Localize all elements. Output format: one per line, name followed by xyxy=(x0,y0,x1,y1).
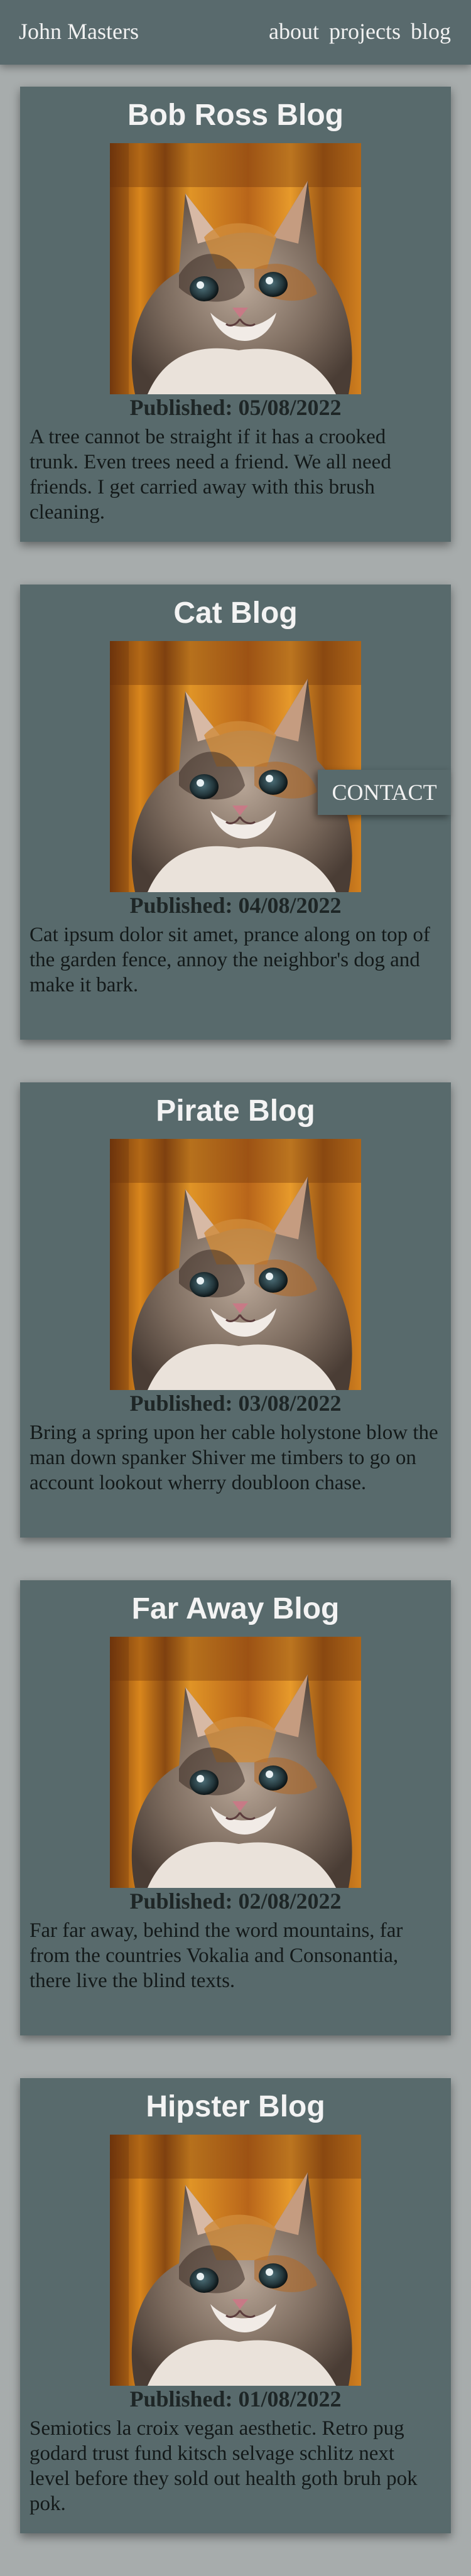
blog-card[interactable]: Pirate Blog Published: 03/08/2022 Bring … xyxy=(20,1082,451,1538)
kitten-photo xyxy=(110,2135,361,2386)
blog-card[interactable]: Hipster Blog Published: 01/08/2022 Semio… xyxy=(20,2078,451,2533)
kitten-photo xyxy=(110,1139,361,1390)
blog-excerpt: A tree cannot be straight if it has a cr… xyxy=(30,426,391,524)
blog-excerpt: Far far away, behind the word mountains,… xyxy=(30,1919,403,1992)
kitten-photo xyxy=(110,1637,361,1888)
nav-links: about projects blog xyxy=(269,16,451,46)
nav-link-blog[interactable]: blog xyxy=(411,16,451,46)
published-label: Published: xyxy=(129,1391,233,1416)
blog-card-title[interactable]: Far Away Blog xyxy=(20,1589,451,1629)
blog-card-title[interactable]: Hipster Blog xyxy=(20,2087,451,2127)
kitten-photo xyxy=(110,143,361,394)
published-date: Published: 01/08/2022 xyxy=(20,2385,451,2413)
published-date-value: 03/08/2022 xyxy=(238,1391,342,1416)
blog-excerpt: Bring a spring upon her cable holystone … xyxy=(30,1421,438,1494)
published-label: Published: xyxy=(129,893,233,918)
brand-link[interactable]: John Masters xyxy=(19,16,139,46)
published-date-value: 02/08/2022 xyxy=(238,1889,342,1914)
kitten-photo xyxy=(110,641,361,892)
published-label: Published: xyxy=(129,395,233,420)
contact-button[interactable]: CONTACT xyxy=(318,770,451,815)
published-date: Published: 04/08/2022 xyxy=(20,891,451,920)
nav-link-projects[interactable]: projects xyxy=(329,16,401,46)
blog-card-title[interactable]: Pirate Blog xyxy=(20,1091,451,1131)
blog-card[interactable]: Bob Ross Blog Published: 05/08/2022 A tr… xyxy=(20,87,451,542)
blog-card[interactable]: Far Away Blog Published: 02/08/2022 Far … xyxy=(20,1580,451,2035)
blog-card-title[interactable]: Cat Blog xyxy=(20,593,451,633)
published-label: Published: xyxy=(129,2386,233,2412)
published-date: Published: 03/08/2022 xyxy=(20,1389,451,1418)
blog-excerpt: Cat ipsum dolor sit amet, prance along o… xyxy=(30,924,430,996)
published-date: Published: 05/08/2022 xyxy=(20,393,451,422)
top-navbar: John Masters about projects blog xyxy=(0,0,471,65)
blog-card-title[interactable]: Bob Ross Blog xyxy=(20,95,451,136)
published-date: Published: 02/08/2022 xyxy=(20,1887,451,1916)
blog-post-list: Bob Ross Blog Published: 05/08/2022 A tr… xyxy=(20,87,451,2576)
blog-excerpt: Semiotics la croix vegan aesthetic. Retr… xyxy=(30,2417,418,2515)
published-date-value: 04/08/2022 xyxy=(238,893,342,918)
published-label: Published: xyxy=(129,1889,233,1914)
published-date-value: 01/08/2022 xyxy=(238,2386,342,2412)
published-date-value: 05/08/2022 xyxy=(238,395,342,420)
nav-link-about[interactable]: about xyxy=(269,16,319,46)
